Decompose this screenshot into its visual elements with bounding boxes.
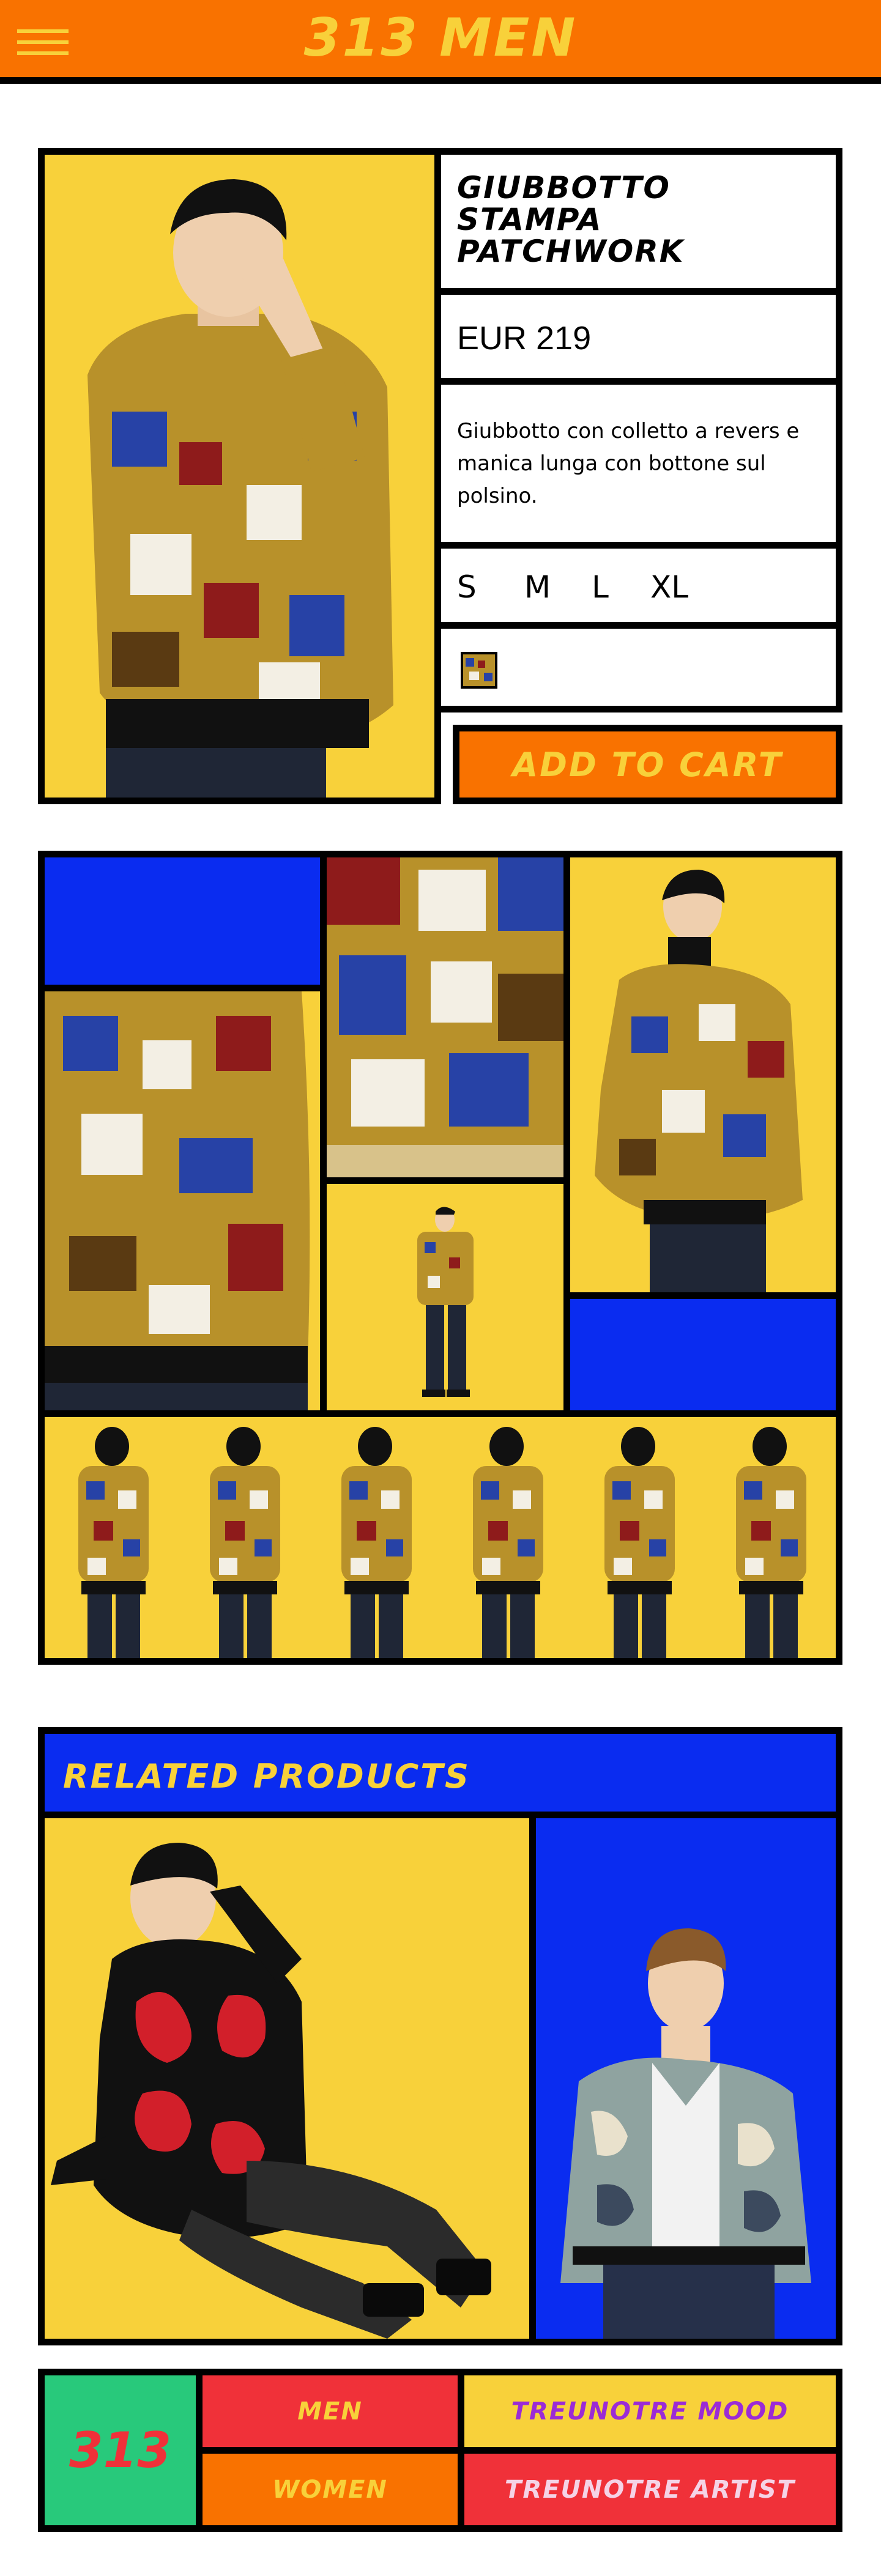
footer-link-men[interactable]: MEN	[203, 2375, 458, 2447]
footer-link-women[interactable]: WOMEN	[203, 2454, 458, 2525]
product-description: Giubbotto con colletto a revers e manica…	[457, 419, 800, 508]
gallery-blue-block-top	[45, 857, 320, 985]
related-products-title: RELATED PRODUCTS	[63, 1757, 470, 1796]
product-title: GIUBBOTTO STAMPA PATCHWORK	[457, 170, 685, 269]
back-view-figure	[341, 1427, 412, 1658]
back-view-figure	[78, 1427, 149, 1658]
related-products-grid	[38, 1812, 842, 2345]
footer-link-treunotre-artist[interactable]: TREUNOTRE ARTIST	[464, 2454, 836, 2525]
size-option-s[interactable]: S	[457, 569, 524, 605]
color-swatch-patchwork[interactable]	[461, 652, 497, 689]
product-main-image	[38, 148, 441, 804]
back-view-figure	[604, 1427, 675, 1658]
add-to-cart-label: ADD TO CART	[512, 745, 783, 784]
gallery-image-side-view[interactable]	[570, 857, 836, 1292]
gallery-image-full-body[interactable]	[327, 1184, 563, 1410]
site-logo[interactable]: 313 MEN	[0, 7, 881, 68]
product-gallery	[38, 851, 842, 1665]
size-option-xl[interactable]: XL	[650, 569, 712, 605]
add-to-cart-button[interactable]: ADD TO CART	[453, 725, 842, 804]
product-title-box: GIUBBOTTO STAMPA PATCHWORK	[434, 148, 842, 295]
color-swatch-box	[434, 622, 842, 712]
related-products-header: RELATED PRODUCTS	[38, 1727, 842, 1818]
site-footer: 313 MEN WOMEN TREUNOTRE MOOD TREUNOTRE A…	[38, 2369, 842, 2532]
gallery-image-back-views[interactable]	[45, 1417, 836, 1658]
size-option-m[interactable]: M	[524, 569, 592, 605]
model-figure	[87, 179, 393, 798]
product-description-box: Giubbotto con colletto a revers e manica…	[434, 378, 842, 549]
site-header: 313 MEN	[0, 0, 881, 84]
related-product-print-bomber[interactable]	[536, 1818, 836, 2339]
related-product-floral-bomber[interactable]	[45, 1818, 529, 2339]
gallery-image-fabric-detail[interactable]	[327, 857, 563, 1177]
size-selector: S M L XL	[434, 542, 842, 629]
back-view-figure	[736, 1427, 806, 1658]
back-view-figure	[473, 1427, 543, 1658]
back-view-figure	[210, 1427, 280, 1658]
gallery-image-jacket-torso[interactable]	[45, 991, 320, 1410]
footer-logo[interactable]: 313	[45, 2375, 196, 2525]
size-option-l[interactable]: L	[592, 569, 650, 605]
product-price-box: EUR 219	[434, 288, 842, 385]
gallery-blue-block-bottom	[570, 1299, 836, 1410]
footer-link-treunotre-mood[interactable]: TREUNOTRE MOOD	[464, 2375, 836, 2447]
product-price: EUR 219	[457, 320, 592, 357]
